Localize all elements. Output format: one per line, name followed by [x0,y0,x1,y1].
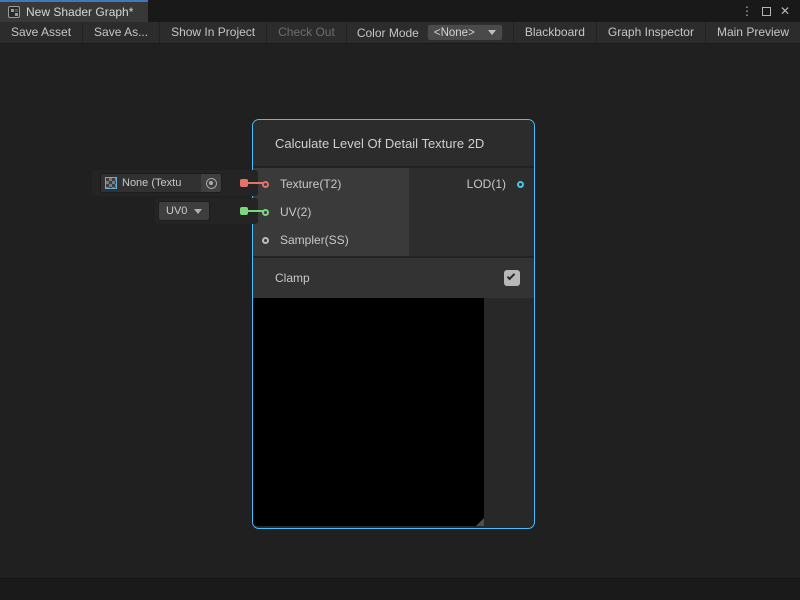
graph-inspector-button[interactable]: Graph Inspector [596,22,705,43]
chevron-down-icon [488,30,496,35]
texture-object-field[interactable]: None (Textu [100,173,222,193]
edge-uv-wire[interactable] [246,210,263,212]
window-controls: ⋮ ✕ [731,0,800,22]
more-options-icon[interactable]: ⋮ [741,5,753,17]
texture-input-widget: None (Textu [92,170,258,196]
uv-input-widget: UV0 [155,198,258,224]
tab-strip: New Shader Graph* ⋮ ✕ [0,0,800,22]
port-row-uv: UV(2) [253,198,409,226]
close-icon[interactable]: ✕ [780,5,790,17]
port-sampler-icon[interactable] [262,237,269,244]
color-mode-dropdown[interactable]: <None> [427,24,503,41]
shader-graph-icon [8,6,20,18]
blackboard-button[interactable]: Blackboard [513,22,596,43]
clamp-checkbox[interactable] [504,270,520,286]
node-calculate-lod-texture-2d[interactable]: Calculate Level Of Detail Texture 2D Tex… [252,119,535,529]
shader-graph-window: New Shader Graph* ⋮ ✕ Save Asset Save As… [0,0,800,600]
port-sampler-label: Sampler(SS) [280,233,349,247]
main-preview-button[interactable]: Main Preview [705,22,800,43]
toolbar: Save Asset Save As... Show In Project Ch… [0,22,800,44]
checkmark-icon [507,272,515,280]
status-bar [0,578,800,600]
tab-title: New Shader Graph* [26,5,133,19]
object-picker-icon [206,178,217,189]
node-preview-area [253,298,534,526]
chevron-down-icon [194,209,202,214]
node-preview-image [253,298,484,526]
uv-channel-dropdown[interactable]: UV0 [158,201,210,221]
tab-new-shader-graph[interactable]: New Shader Graph* [0,0,148,22]
maximize-icon[interactable] [762,7,771,16]
preview-resize-grip[interactable] [476,518,484,526]
port-row-lod: LOD(1) [409,170,534,198]
texture-field-value: None (Textu [122,177,201,189]
port-uv-icon[interactable] [262,209,269,216]
port-row-sampler: Sampler(SS) [253,226,409,254]
check-out-button: Check Out [267,22,347,43]
object-picker-button[interactable] [201,173,221,193]
save-asset-button[interactable]: Save Asset [0,22,83,43]
input-ports: Texture(T2) UV(2) Sampler(SS) [253,168,409,256]
port-row-texture: Texture(T2) [253,170,409,198]
edge-texture-wire[interactable] [246,182,263,184]
tab-strip-spacer [148,0,731,22]
port-lod-label: LOD(1) [467,177,506,191]
port-lod-icon[interactable] [517,181,524,188]
texture-thumbnail-icon [105,177,117,189]
node-title: Calculate Level Of Detail Texture 2D [275,136,484,151]
port-uv-label: UV(2) [280,205,311,219]
color-mode-value: <None> [434,27,475,39]
save-as-button[interactable]: Save As... [83,22,160,43]
port-texture-label: Texture(T2) [280,177,341,191]
output-ports: LOD(1) [409,168,534,256]
node-ports: Texture(T2) UV(2) Sampler(SS) LOD(1) [253,168,534,256]
color-mode-label: Color Mode [347,26,427,40]
clamp-label: Clamp [275,271,504,285]
port-texture-icon[interactable] [262,181,269,188]
uv-channel-value: UV0 [166,205,187,217]
node-header[interactable]: Calculate Level Of Detail Texture 2D [253,120,534,166]
graph-canvas[interactable]: None (Textu UV0 Calculate Level Of Detai… [0,44,800,578]
show-in-project-button[interactable]: Show In Project [160,22,267,43]
clamp-setting-row: Clamp [253,256,534,298]
